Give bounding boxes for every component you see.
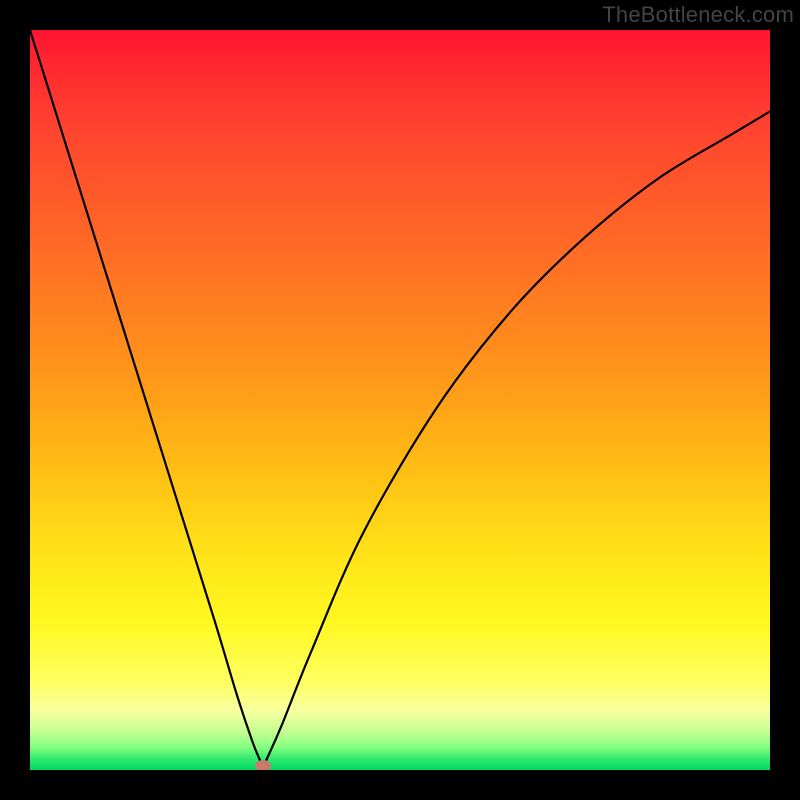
bottleneck-curve (30, 30, 770, 770)
chart-frame: TheBottleneck.com (0, 0, 800, 800)
optimum-marker (255, 760, 271, 770)
curve-path (30, 30, 770, 766)
plot-area (30, 30, 770, 770)
watermark-text: TheBottleneck.com (602, 2, 794, 28)
